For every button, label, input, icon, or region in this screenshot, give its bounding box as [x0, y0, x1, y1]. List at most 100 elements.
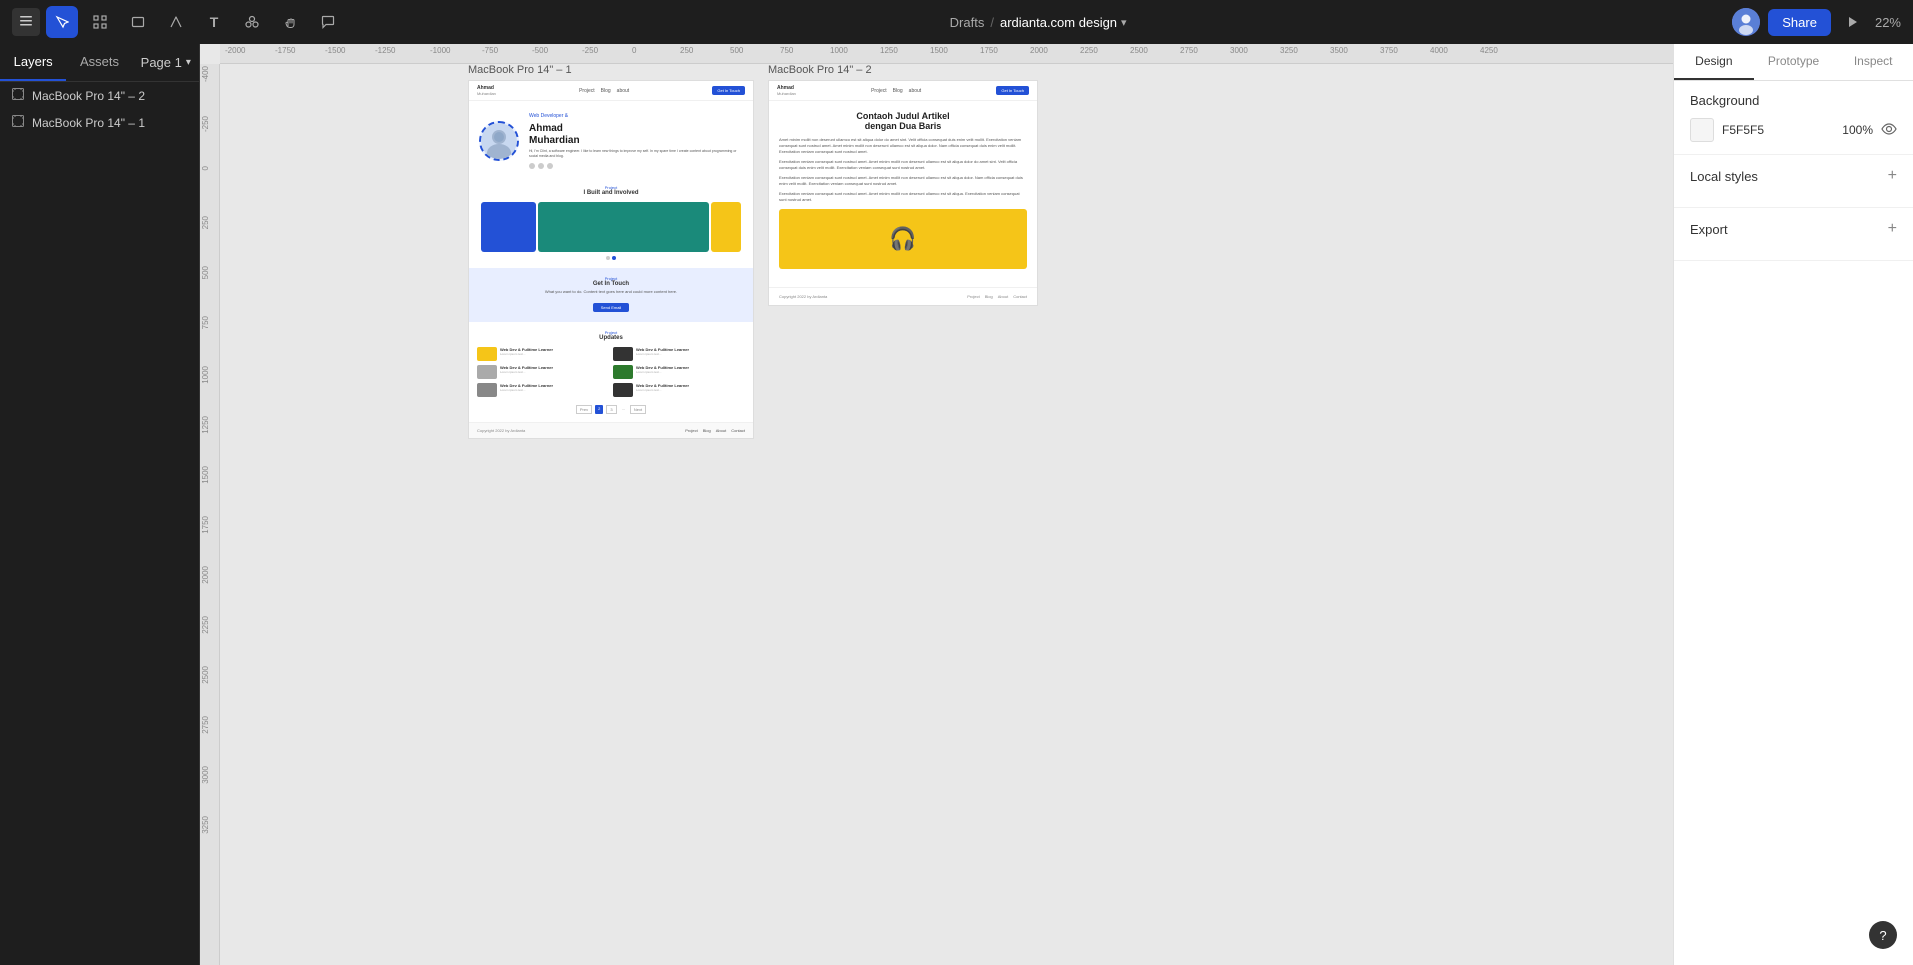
- help-button[interactable]: ?: [1869, 921, 1897, 949]
- ruler-vnum: 2000: [201, 566, 210, 584]
- article-image: 🎧: [779, 209, 1027, 269]
- tab-layers[interactable]: Layers: [0, 44, 66, 81]
- ruler-num: -2000: [225, 46, 245, 55]
- breadcrumb-separator: /: [990, 15, 994, 30]
- ruler-num: 3000: [1230, 46, 1248, 55]
- tab-inspect[interactable]: Inspect: [1833, 44, 1913, 80]
- frame2-nav: Ahmad Muhardian Project Blog about Get I…: [769, 81, 1037, 101]
- ruler-num: 1250: [880, 46, 898, 55]
- page-chevron: ▾: [186, 57, 191, 68]
- ruler-num: 2000: [1030, 46, 1048, 55]
- frame-macbook-1[interactable]: Ahmad Muhardian Project Blog about Get I…: [468, 80, 754, 439]
- ruler-vnum: 1500: [201, 466, 210, 484]
- layer-item-1[interactable]: MacBook Pro 14" – 2: [0, 82, 199, 109]
- ruler-num: 3250: [1280, 46, 1298, 55]
- zoom-level[interactable]: 22%: [1875, 15, 1901, 30]
- right-panel-tabs: Design Prototype Inspect: [1674, 44, 1913, 81]
- ruler-num: -750: [482, 46, 498, 55]
- filename-chevron: ▾: [1121, 16, 1127, 29]
- vector-tool[interactable]: [160, 6, 192, 38]
- select-tool[interactable]: [46, 6, 78, 38]
- ruler-num: 500: [730, 46, 743, 55]
- ruler-vnum: 3000: [201, 766, 210, 784]
- frame1-updates: Project Updates Web Dev & Fulltime Learn…: [469, 322, 753, 422]
- panel-tabs: Layers Assets Page 1 ▾: [0, 44, 199, 82]
- ruler-num: 1500: [930, 46, 948, 55]
- color-value[interactable]: F5F5F5: [1722, 123, 1834, 137]
- breadcrumb: Drafts / ardianta.com design ▾: [950, 15, 1127, 30]
- frame1-grid: Web Dev & Fulltime Learner Lorem ipsum t…: [477, 347, 745, 397]
- frame1-pagination: Prev 2 3 ... Next: [477, 405, 745, 414]
- file-name[interactable]: ardianta.com design ▾: [1000, 15, 1127, 30]
- headphones-icon: 🎧: [889, 226, 916, 252]
- local-styles-add[interactable]: +: [1888, 167, 1897, 185]
- local-styles-section: Local styles +: [1674, 155, 1913, 208]
- grid-item-3: Web Dev & Fulltime Learner Lorem ipsum t…: [477, 365, 609, 379]
- comment-tool[interactable]: [312, 6, 344, 38]
- article-title: Contaoh Judul Artikeldengan Dua Baris: [779, 111, 1027, 131]
- ruler-num: -250: [582, 46, 598, 55]
- ruler-num: 0: [632, 46, 636, 55]
- ruler-num: -1250: [375, 46, 395, 55]
- ruler-vnum: 0: [201, 166, 210, 170]
- frame-macbook-2[interactable]: Ahmad Muhardian Project Blog about Get I…: [768, 80, 1038, 306]
- rectangle-tool[interactable]: [122, 6, 154, 38]
- background-row[interactable]: F5F5F5 100%: [1690, 118, 1897, 142]
- share-button[interactable]: Share: [1768, 9, 1831, 36]
- visibility-toggle[interactable]: [1881, 121, 1897, 140]
- export-add[interactable]: +: [1888, 220, 1897, 238]
- local-styles-title: Local styles: [1690, 169, 1758, 184]
- filename-text: ardianta.com design: [1000, 15, 1117, 30]
- canvas-content[interactable]: MacBook Pro 14" – 1 Ahmad Muhardian Proj…: [220, 64, 1673, 965]
- ruler-num: 2500: [1130, 46, 1148, 55]
- frame1-social: [529, 163, 743, 169]
- frame1-logo: Ahmad Muhardian: [477, 85, 496, 96]
- grid-item-5: Web Dev & Fulltime Learner Lorem ipsum t…: [477, 383, 609, 397]
- ruler-num: -1000: [430, 46, 450, 55]
- ruler-num: 2750: [1180, 46, 1198, 55]
- frame1-avatar: [479, 121, 519, 161]
- ruler-vnum: -250: [201, 116, 210, 132]
- frame2-logo: Ahmad Muhardian: [777, 85, 796, 96]
- frame1-label: MacBook Pro 14" – 1: [468, 64, 572, 76]
- frame-tool[interactable]: [84, 6, 116, 38]
- ruler-vnum: 250: [201, 216, 210, 229]
- frame1-contact: Project Get In Touch What you want to do…: [469, 268, 753, 322]
- user-avatar[interactable]: [1732, 8, 1760, 36]
- hand-tool[interactable]: [274, 6, 306, 38]
- frame2-nav-links: Project Blog about: [871, 88, 921, 94]
- layer-frame-icon-1: [12, 88, 24, 103]
- ruler-num: 3500: [1330, 46, 1348, 55]
- drafts-link[interactable]: Drafts: [950, 15, 985, 30]
- ruler-num: 3750: [1380, 46, 1398, 55]
- ruler-vnum: 3250: [201, 816, 210, 834]
- page-selector[interactable]: Page 1 ▾: [133, 44, 199, 81]
- color-swatch[interactable]: [1690, 118, 1714, 142]
- grid-item-1: Web Dev & Fulltime Learner Lorem ipsum t…: [477, 347, 609, 361]
- help-icon: ?: [1879, 928, 1886, 943]
- layer-item-2[interactable]: MacBook Pro 14" – 1: [0, 109, 199, 136]
- components-tool[interactable]: [236, 6, 268, 38]
- text-icon: T: [210, 14, 219, 30]
- play-button[interactable]: [1839, 8, 1867, 36]
- frame1-send-btn: Send Email: [593, 303, 629, 312]
- background-section: Background F5F5F5 100%: [1674, 81, 1913, 155]
- tab-prototype[interactable]: Prototype: [1754, 44, 1834, 80]
- frame1-nav: Ahmad Muhardian Project Blog about Get I…: [469, 81, 753, 101]
- layer-frame-icon-2: [12, 115, 24, 130]
- ruler-num: 250: [680, 46, 693, 55]
- tab-design[interactable]: Design: [1674, 44, 1754, 80]
- ruler-vnum: 500: [201, 266, 210, 279]
- text-tool[interactable]: T: [198, 6, 230, 38]
- ruler-num: 750: [780, 46, 793, 55]
- export-header: Export +: [1690, 220, 1897, 238]
- canvas-area[interactable]: -2000 -1750 -1500 -1250 -1000 -750 -500 …: [200, 44, 1673, 965]
- tab-assets[interactable]: Assets: [66, 44, 132, 81]
- right-panel: Design Prototype Inspect Background F5F5…: [1673, 44, 1913, 965]
- export-section: Export +: [1674, 208, 1913, 261]
- opacity-value[interactable]: 100%: [1842, 123, 1873, 137]
- menu-button[interactable]: [12, 8, 40, 36]
- ruler-num: 2250: [1080, 46, 1098, 55]
- page-label: Page 1: [141, 55, 182, 70]
- layer-label-1: MacBook Pro 14" – 2: [32, 89, 145, 103]
